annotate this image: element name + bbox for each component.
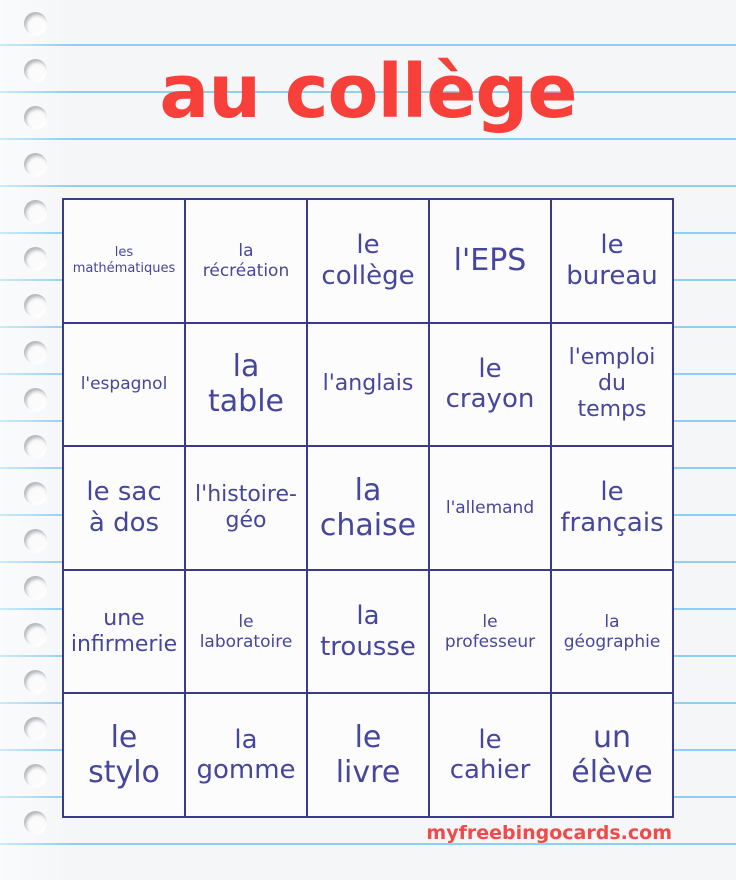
bingo-grid: les mathématiques la récréation le collège… <box>62 198 674 818</box>
bingo-cell-label: le crayon <box>445 353 535 415</box>
bingo-cell[interactable]: le livre <box>308 694 430 818</box>
bingo-cell-label: le laboratoire <box>199 611 293 652</box>
bingo-cell-label: le cahier <box>449 724 531 786</box>
bingo-cell-label: l'espagnol <box>80 374 168 395</box>
bingo-cell-label: le collège <box>321 230 415 291</box>
bingo-cell[interactable]: les mathématiques <box>64 200 186 324</box>
bingo-cell-label: les mathématiques <box>72 245 176 276</box>
bingo-cell[interactable]: l'emploi du temps <box>552 323 674 448</box>
bingo-cell[interactable]: le stylo <box>64 694 186 818</box>
bingo-cell-label: l'anglais <box>322 371 414 397</box>
bingo-cell-label: l'EPS <box>453 243 527 279</box>
footer-watermark: myfreebingocards.com <box>426 822 672 844</box>
bingo-cell[interactable]: le cahier <box>430 694 552 818</box>
bingo-cell-label: le professeur <box>444 611 536 652</box>
bingo-cell[interactable]: la géographie <box>552 570 674 695</box>
bingo-cell[interactable]: la chaise <box>308 447 430 571</box>
bingo-cell-label: le sac à dos <box>86 477 162 538</box>
bingo-cell[interactable]: l'histoire- géo <box>186 447 308 571</box>
bingo-cell[interactable]: le laboratoire <box>186 570 308 695</box>
bingo-cell-label: la récréation <box>202 240 290 281</box>
bingo-cell-label: le stylo <box>88 719 160 791</box>
bingo-cell-label: l'emploi du temps <box>568 345 656 423</box>
bingo-cell-label: la chaise <box>319 472 417 543</box>
bingo-cell-label: une infirmerie <box>70 605 178 657</box>
bingo-cell[interactable]: une infirmerie <box>64 570 186 695</box>
bingo-cell[interactable]: un élève <box>552 694 674 818</box>
bingo-cell-label: le bureau <box>566 230 658 291</box>
bingo-cell[interactable]: la récréation <box>186 200 308 324</box>
card-title: au collège <box>159 49 577 135</box>
bingo-cell[interactable]: le collège <box>308 200 430 324</box>
bingo-cell-label: un élève <box>571 719 653 791</box>
bingo-cell[interactable]: le crayon <box>430 323 552 448</box>
bingo-cell-label: le français <box>560 477 664 538</box>
bingo-cell[interactable]: la table <box>186 323 308 448</box>
bingo-cell[interactable]: le français <box>552 447 674 571</box>
bingo-cell[interactable]: l'anglais <box>308 323 430 448</box>
bingo-cell[interactable]: l'allemand <box>430 447 552 571</box>
bingo-cell[interactable]: l'espagnol <box>64 323 186 448</box>
bingo-cell[interactable]: le sac à dos <box>64 447 186 571</box>
bingo-cell-label: l'allemand <box>445 497 535 518</box>
bingo-cell-label: l'histoire- géo <box>195 482 297 533</box>
bingo-cell-label: le livre <box>335 719 401 791</box>
bingo-cell-label: la table <box>208 349 284 420</box>
bingo-cell[interactable]: la gomme <box>186 694 308 818</box>
bingo-cell[interactable]: le bureau <box>552 200 674 324</box>
bingo-cell[interactable]: le professeur <box>430 570 552 695</box>
bingo-cell-label: la géographie <box>563 611 661 652</box>
bingo-cell[interactable]: l'EPS <box>430 200 552 324</box>
bingo-card: au collège les mathématiques la récréatio… <box>0 0 736 880</box>
bingo-cell[interactable]: la trousse <box>308 570 430 695</box>
bingo-cell-label: la gomme <box>196 724 296 786</box>
bingo-cell-label: la trousse <box>320 600 416 662</box>
